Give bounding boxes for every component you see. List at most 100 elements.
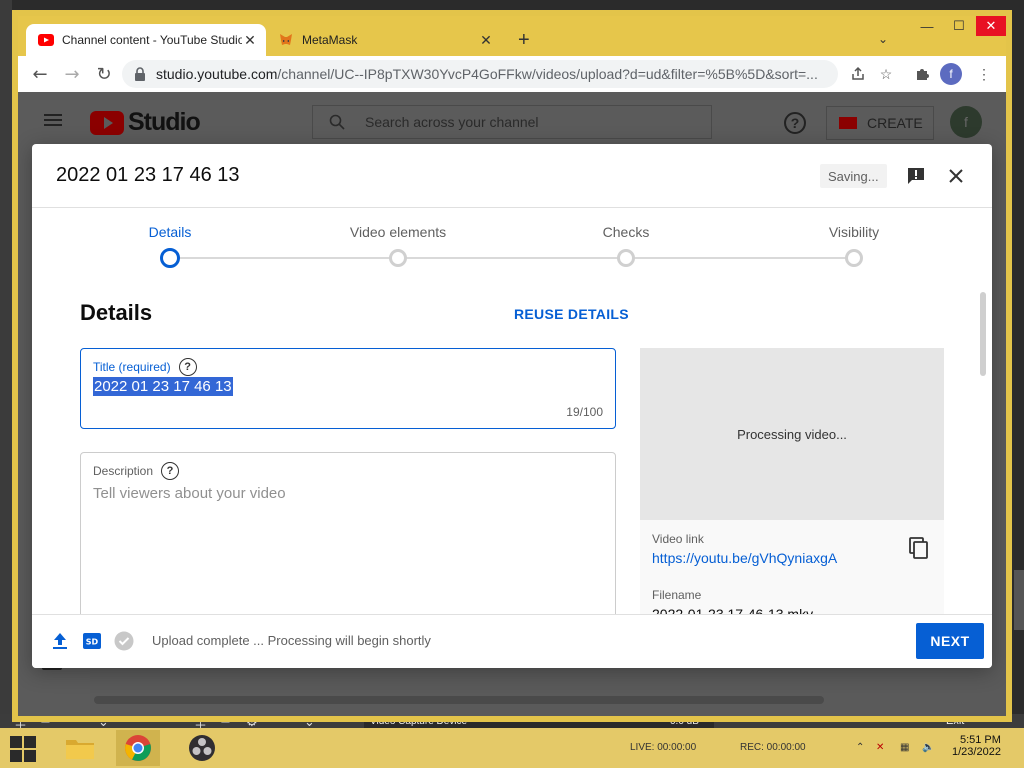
tab-title: MetaMask [302,33,358,47]
video-camera-icon [839,117,857,129]
volume-icon[interactable]: 🔈 [922,742,934,753]
close-window-button[interactable]: ✕ [976,16,1006,36]
close-tab-icon[interactable]: ✕ [242,32,258,48]
step-checks-dot[interactable] [617,249,635,267]
tray-chevron-icon[interactable]: ⌃ [856,742,864,753]
dialog-footer: SD Upload complete ... Processing will b… [32,614,992,668]
file-explorer-icon[interactable] [58,730,102,766]
processing-text: Processing video... [737,426,847,442]
title-label: Title (required) ? [93,358,197,376]
obs-left-panel [0,0,12,730]
maximize-button[interactable]: ☐ [944,16,974,36]
address-bar[interactable]: studio.youtube.com/channel/UC--IP8pTXW30… [122,60,838,88]
step-details[interactable]: Details [90,224,250,240]
step-video-elements[interactable]: Video elements [318,224,478,240]
upload-status-text: Upload complete ... Processing will begi… [152,633,431,648]
upload-dialog: 2022 01 23 17 46 13 Saving... Details Vi… [32,144,992,668]
stepper-track [170,257,854,259]
title-char-count: 19/100 [566,405,603,419]
obs-scrollbar[interactable] [1014,570,1024,630]
close-dialog-icon[interactable] [944,164,968,188]
windows-start-icon[interactable] [10,736,36,762]
windows-taskbar: LIVE: 00:00:00 REC: 00:00:00 ⌃ ✕ ▦ 🔈 5:5… [0,728,1024,768]
description-placeholder: Tell viewers about your video [93,485,286,502]
tab-bar: Channel content - YouTube Studio ✕ MetaM… [18,16,1006,56]
dialog-scrollbar[interactable] [980,292,986,376]
title-field[interactable]: Title (required) ? 2022 01 23 17 46 13 1… [80,348,616,429]
copy-icon[interactable] [908,536,930,560]
video-preview: Processing video... [640,348,944,520]
step-visibility[interactable]: Visibility [774,224,934,240]
more-menu-icon[interactable]: ⋮ [974,64,994,84]
studio-page: Studio Search across your channel ? CREA… [18,92,1006,716]
metamask-fox-icon [278,32,294,48]
browser-toolbar: ← → ↻ studio.youtube.com/channel/UC--IP8… [18,56,1006,92]
studio-logo-text: Studio [128,108,201,136]
details-heading: Details [80,300,153,325]
studio-logo[interactable]: Studio [90,108,201,137]
description-label: Description ? [93,462,180,480]
title-input-value[interactable]: 2022 01 23 17 46 13 [93,377,233,396]
dialog-header: 2022 01 23 17 46 13 Saving... [32,144,992,208]
details-section: Details REUSE DETAILS Title (required) ?… [80,278,944,628]
feedback-icon[interactable] [904,164,928,188]
create-label: CREATE [867,115,923,131]
step-checks[interactable]: Checks [546,224,706,240]
clock-date: 1/23/2022 [952,746,1001,758]
upload-arrow-icon [50,631,70,651]
studio-header: Studio Search across your channel ? CREA… [18,92,1006,150]
help-circle-icon[interactable]: ? [161,462,180,480]
new-tab-button[interactable]: + [518,30,530,50]
dialog-title: 2022 01 23 17 46 13 [56,164,240,186]
clock-time: 5:51 PM [959,734,1001,746]
description-field[interactable]: Description ? Tell viewers about your vi… [80,452,616,618]
step-video-elements-dot[interactable] [389,249,407,267]
next-button[interactable]: NEXT [916,623,984,659]
svg-text:SD: SD [86,638,99,647]
youtube-icon [38,32,54,48]
system-clock[interactable]: 5:51 PM 1/23/2022 [952,734,1001,758]
help-circle-icon[interactable]: ? [178,358,197,376]
tab-youtube-studio[interactable]: Channel content - YouTube Studio ✕ [26,24,266,56]
extensions-puzzle-icon[interactable] [912,64,932,84]
create-button[interactable]: CREATE [826,106,934,140]
obs-rec-status: REC: 00:00:00 [740,742,806,753]
video-link-label: Video link [652,532,704,546]
lock-icon [134,67,148,81]
search-placeholder: Search across your channel [365,114,539,130]
saving-status-badge: Saving... [820,164,887,188]
help-icon[interactable]: ? [784,112,806,134]
step-details-dot[interactable] [160,248,180,268]
video-preview-panel: Processing video... Video link https://y… [640,348,944,628]
obs-icon[interactable] [180,730,224,766]
reload-icon[interactable]: ↻ [92,62,116,86]
hamburger-menu-icon[interactable] [44,114,62,126]
horizontal-scrollbar[interactable] [94,696,824,704]
share-icon[interactable] [848,64,868,84]
sd-icon: SD [82,631,102,651]
chrome-icon[interactable] [116,730,160,766]
browser-window: Channel content - YouTube Studio ✕ MetaM… [12,10,1012,722]
search-icon [329,114,345,130]
obs-live-status: LIVE: 00:00:00 [630,742,697,753]
profile-avatar[interactable]: f [940,63,962,85]
minimize-button[interactable]: — [912,16,942,36]
bookmark-star-icon[interactable]: ☆ [876,64,896,84]
channel-avatar[interactable]: f [950,106,982,138]
youtube-play-icon [90,110,124,135]
close-tab-icon[interactable]: ✕ [478,32,494,48]
network-warning-icon[interactable]: ✕ [876,742,884,753]
back-arrow-icon[interactable]: ← [28,62,52,86]
check-circle-icon [114,631,134,651]
filename-label: Filename [652,588,702,602]
step-visibility-dot[interactable] [845,249,863,267]
url-text: studio.youtube.com/channel/UC--IP8pTXW30… [156,66,818,82]
studio-search-input[interactable]: Search across your channel [312,105,712,139]
tab-metamask[interactable]: MetaMask ✕ [268,24,502,56]
video-link[interactable]: https://youtu.be/gVhQyniaxgA [652,550,837,566]
network-icon[interactable]: ▦ [900,742,909,753]
reuse-details-button[interactable]: REUSE DETAILS [514,306,629,322]
forward-arrow-icon[interactable]: → [60,62,84,86]
tab-search-chevron-icon[interactable]: ⌄ [878,32,888,46]
upload-stepper: Details Video elements Checks Visibility [32,208,992,278]
